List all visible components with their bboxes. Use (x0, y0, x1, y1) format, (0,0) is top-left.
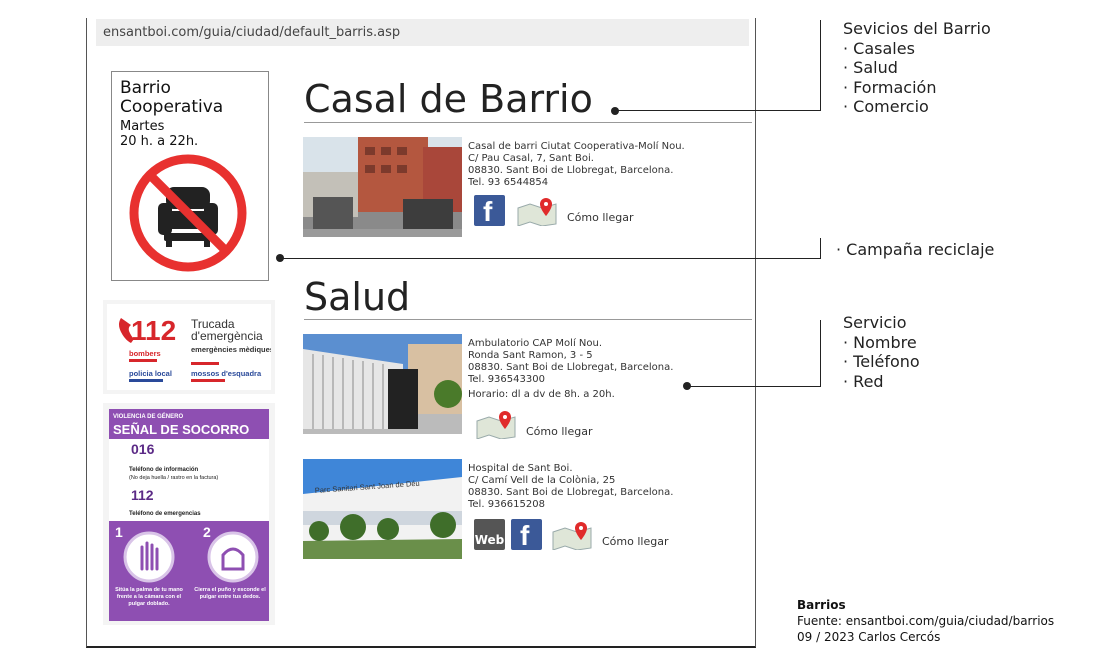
senal-socorro-card: VIOLENCIA DE GÉNERO SEÑAL DE SOCORRO 016… (103, 403, 275, 625)
annotation-line (617, 110, 820, 111)
casal-photo (303, 137, 462, 237)
credit-title: Barrios (797, 598, 846, 612)
socorro-title: SEÑAL DE SOCORRO (113, 422, 249, 437)
annotation-line (820, 20, 821, 111)
map-icon[interactable] (551, 520, 593, 550)
socorro-tag: VIOLENCIA DE GÉNERO (113, 412, 183, 420)
cap-listing-info: Ambulatorio CAP Molí Nou. Ronda Sant Ram… (468, 338, 674, 400)
no-furniture-sign-icon (129, 154, 247, 272)
map-icon[interactable] (516, 196, 558, 226)
emergency-number: 112 (131, 315, 176, 346)
section-divider (304, 122, 752, 123)
svg-text:Teléfono de emergencias: Teléfono de emergencias (129, 511, 201, 517)
annotation-line (820, 238, 821, 259)
cap-photo (303, 334, 462, 434)
address-bar[interactable]: ensantboi.com/guia/ciudad/default_barris… (96, 19, 749, 46)
socorro-phone-112: 112 (131, 487, 154, 503)
credit-source: Fuente: ensantboi.com/guia/ciudad/barrio… (797, 614, 1055, 628)
socorro-phone-016: 016 (131, 441, 155, 457)
svg-text:Teléfono de información: Teléfono de información (129, 467, 199, 473)
emergency-112-card: 112 Trucada d'emergència bombers emergèn… (103, 300, 275, 394)
service-mossos: mossos d'esquadra (191, 369, 262, 378)
annotation-line (689, 386, 821, 387)
section-divider (304, 319, 752, 320)
annotation-servicios: Sevicios del Barrio · Casales · Salud · … (843, 19, 991, 116)
web-icon[interactable]: Web (474, 519, 505, 550)
annotation-dot (611, 107, 619, 115)
svg-text:(No deja huella / rastro en la: (No deja huella / rastro en la factura) (129, 475, 218, 481)
barrio-schedule: Martes 20 h. a 22h. (120, 119, 199, 149)
directions-link[interactable]: Cómo llegar (567, 211, 633, 224)
map-icon[interactable] (475, 409, 517, 439)
annotation-line (282, 258, 821, 259)
hospital-listing-info: Hospital de Sant Boi. C/ Camí Vell de la… (468, 463, 674, 510)
barrio-info-card: Barrio Cooperativa Martes 20 h. a 22h. (111, 71, 269, 281)
emergency-text-2: d'emergència (191, 329, 263, 343)
annotation-line (820, 320, 821, 387)
section-heading-salud: Salud (304, 275, 411, 319)
casal-listing-info: Casal de barri Ciutat Cooperativa-Molí N… (468, 141, 685, 188)
figure-credit: Barrios Fuente: ensantboi.com/guia/ciuda… (797, 597, 1054, 645)
hospital-photo: Parc Sanitari Sant Joan de Déu (303, 459, 462, 559)
senal-socorro-graphic: VIOLENCIA DE GÉNERO SEÑAL DE SOCORRO 016… (109, 409, 269, 621)
emergency-112-graphic: 112 Trucada d'emergència bombers emergèn… (119, 315, 274, 382)
section-heading-casal: Casal de Barrio (304, 77, 593, 121)
annotation-campana: · Campaña reciclaje (836, 240, 995, 259)
directions-link[interactable]: Cómo llegar (602, 535, 668, 548)
service-bombers: bombers (129, 349, 161, 358)
barrio-title: Barrio Cooperativa (120, 78, 224, 117)
credit-date-author: 09 / 2023 Carlos Cercós (797, 630, 941, 644)
directions-link[interactable]: Cómo llegar (526, 425, 592, 438)
facebook-icon[interactable] (474, 195, 505, 228)
svg-text:1: 1 (115, 524, 123, 540)
facebook-icon[interactable] (511, 519, 542, 552)
svg-text:2: 2 (203, 524, 211, 540)
annotation-servicio: Servicio · Nombre · Teléfono · Red (843, 313, 920, 391)
service-policia: policia local (129, 369, 172, 378)
service-emergencias: emergències mèdiques (191, 345, 271, 354)
